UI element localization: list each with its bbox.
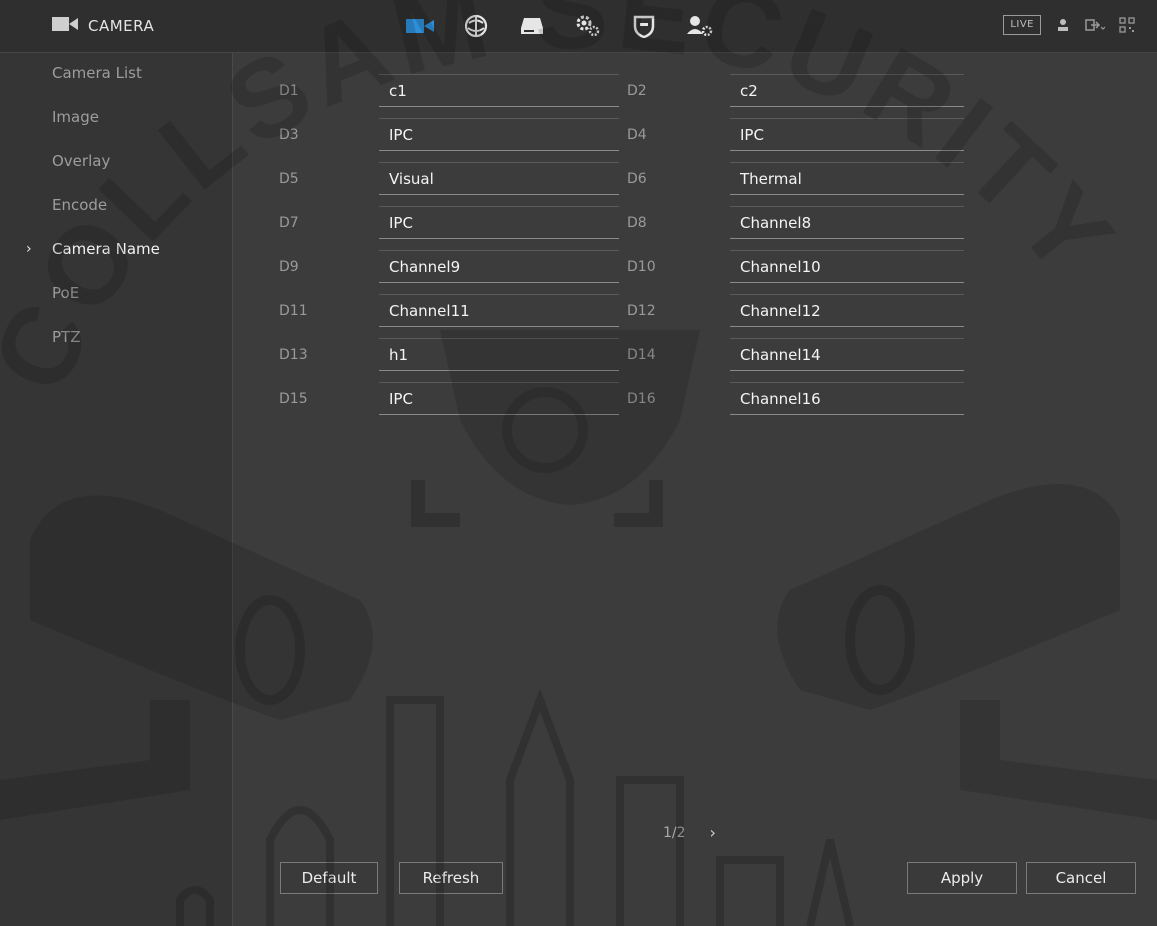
channel-label: D6 bbox=[627, 171, 647, 187]
chevron-right-icon: › bbox=[26, 241, 32, 257]
qr-code-icon[interactable] bbox=[1117, 15, 1137, 35]
pager: 1/2 › bbox=[663, 823, 716, 842]
camera-icon[interactable] bbox=[405, 12, 435, 40]
sidebar-item-image[interactable]: Image bbox=[0, 97, 232, 137]
camera-title-icon bbox=[52, 16, 78, 36]
sidebar-item-encode[interactable]: Encode bbox=[0, 185, 232, 225]
sidebar-item-poe[interactable]: PoE bbox=[0, 273, 232, 313]
sidebar-item-overlay[interactable]: Overlay bbox=[0, 141, 232, 181]
sidebar-item-label: Image bbox=[52, 108, 99, 126]
sidebar-item-label: Camera List bbox=[52, 64, 142, 82]
channel-name-input[interactable]: IPC bbox=[379, 382, 619, 415]
channel-name-input[interactable]: Visual bbox=[379, 162, 619, 195]
channel-name-input[interactable]: Channel16 bbox=[730, 382, 964, 415]
channel-label: D10 bbox=[627, 259, 656, 275]
apply-button[interactable]: Apply bbox=[907, 862, 1017, 894]
channel-label: D16 bbox=[627, 391, 656, 407]
channel-name-input[interactable]: Thermal bbox=[730, 162, 964, 195]
next-page-button[interactable]: › bbox=[710, 823, 716, 842]
storage-icon[interactable] bbox=[517, 12, 547, 40]
cancel-button[interactable]: Cancel bbox=[1026, 862, 1136, 894]
channel-name-input[interactable]: Channel10 bbox=[730, 250, 964, 283]
system-icon[interactable] bbox=[573, 12, 603, 40]
channel-name-input[interactable]: Channel9 bbox=[379, 250, 619, 283]
sidebar-item-label: Camera Name bbox=[52, 240, 160, 258]
page-title: CAMERA bbox=[88, 17, 155, 35]
live-button[interactable]: LIVE bbox=[1003, 15, 1041, 35]
channel-name-input[interactable]: Channel14 bbox=[730, 338, 964, 371]
channel-name-input[interactable]: Channel12 bbox=[730, 294, 964, 327]
channel-label: D7 bbox=[279, 215, 299, 231]
camera-name-panel: D1 c1 D2 c2 D3 IPC D4 IPC D5 Visual D6 T… bbox=[233, 53, 1157, 926]
user-icon[interactable] bbox=[1053, 15, 1073, 35]
top-menu bbox=[405, 12, 715, 40]
channel-label: D4 bbox=[627, 127, 647, 143]
channel-name-input[interactable]: c2 bbox=[730, 74, 964, 107]
refresh-button[interactable]: Refresh bbox=[399, 862, 503, 894]
sidebar-item-label: PTZ bbox=[52, 328, 81, 346]
channel-label: D8 bbox=[627, 215, 647, 231]
sidebar: Camera List Image Overlay Encode › Camera… bbox=[0, 53, 233, 926]
channel-label: D13 bbox=[279, 347, 308, 363]
page-indicator: 1/2 bbox=[663, 824, 686, 841]
brand: CAMERA bbox=[52, 14, 154, 38]
top-right-tools: LIVE bbox=[1003, 12, 1137, 38]
sidebar-item-camera-list[interactable]: Camera List bbox=[0, 53, 232, 93]
channel-label: D12 bbox=[627, 303, 656, 319]
channel-label: D5 bbox=[279, 171, 299, 187]
sidebar-item-camera-name[interactable]: › Camera Name bbox=[0, 229, 232, 269]
default-button[interactable]: Default bbox=[280, 862, 378, 894]
channel-label: D2 bbox=[627, 83, 647, 99]
logout-icon[interactable] bbox=[1085, 15, 1105, 35]
channel-name-input[interactable]: IPC bbox=[730, 118, 964, 151]
channel-label: D1 bbox=[279, 83, 299, 99]
security-icon[interactable] bbox=[629, 12, 659, 40]
sidebar-item-label: PoE bbox=[52, 284, 80, 302]
network-icon[interactable] bbox=[461, 12, 491, 40]
account-icon[interactable] bbox=[685, 12, 715, 40]
top-bar: CAMERA LIVE bbox=[0, 0, 1157, 53]
channel-name-input[interactable]: Channel11 bbox=[379, 294, 619, 327]
channel-label: D14 bbox=[627, 347, 656, 363]
channel-name-input[interactable]: Channel8 bbox=[730, 206, 964, 239]
channel-label: D9 bbox=[279, 259, 299, 275]
channel-name-input[interactable]: IPC bbox=[379, 118, 619, 151]
sidebar-item-label: Overlay bbox=[52, 152, 111, 170]
channel-label: D3 bbox=[279, 127, 299, 143]
channel-name-input[interactable]: h1 bbox=[379, 338, 619, 371]
channel-label: D15 bbox=[279, 391, 308, 407]
channel-name-input[interactable]: c1 bbox=[379, 74, 619, 107]
channel-label: D11 bbox=[279, 303, 308, 319]
sidebar-item-ptz[interactable]: PTZ bbox=[0, 317, 232, 357]
channel-name-input[interactable]: IPC bbox=[379, 206, 619, 239]
sidebar-item-label: Encode bbox=[52, 196, 108, 214]
